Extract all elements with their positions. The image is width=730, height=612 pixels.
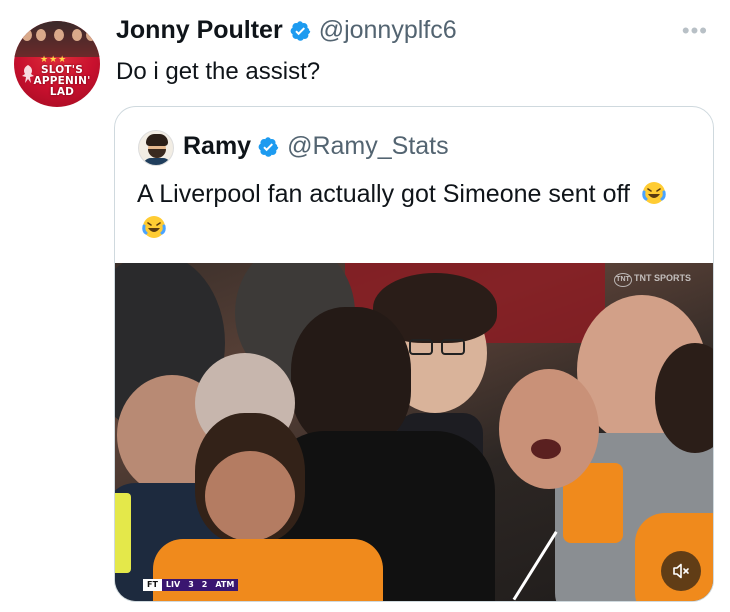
mute-icon (673, 563, 689, 579)
tweet-header: Jonny Poulter @jonnyplfc6 (116, 16, 457, 45)
mute-button[interactable] (661, 551, 701, 591)
quoted-tweet-text: A Liverpool fan actually got Simeone sen… (137, 177, 697, 245)
broadcaster-logo: TNT TNT SPORTS (613, 273, 691, 287)
broadcaster-name: TNT SPORTS (633, 273, 691, 283)
quoted-tweet-card[interactable]: Ramy @Ramy_Stats A Liverpool fan actuall… (114, 106, 714, 602)
verified-badge-icon (290, 20, 310, 41)
video-player[interactable]: TNT TNT SPORTS FT LIV 3 2 ATM (115, 263, 713, 601)
quoted-author-name[interactable]: Ramy (183, 132, 251, 161)
author-avatar[interactable]: ★★★ SLOT'S APPENIN' LAD (14, 21, 100, 107)
emoji-laughing-icon (642, 182, 666, 204)
away-score: 2 (197, 579, 212, 591)
verified-badge-icon (258, 136, 279, 157)
home-score: 3 (184, 579, 198, 591)
away-team: ATM (211, 579, 239, 591)
author-name[interactable]: Jonny Poulter (116, 16, 283, 45)
scoreboard: FT LIV 3 2 ATM (143, 579, 239, 591)
emoji-laughing-icon (142, 216, 166, 238)
avatar-text: SLOT'S APPENIN' LAD (33, 64, 91, 98)
video-overlay-line (512, 531, 558, 601)
quoted-author-avatar[interactable] (138, 130, 174, 166)
avatar-crowd-graphic (14, 21, 100, 57)
author-handle[interactable]: @jonnyplfc6 (319, 16, 457, 45)
quoted-tweet-body: A Liverpool fan actually got Simeone sen… (137, 180, 630, 208)
quoted-tweet-header: Ramy @Ramy_Stats (183, 132, 449, 161)
tweet-text: Do i get the assist? (116, 58, 321, 85)
home-team: LIV (161, 579, 185, 591)
quoted-author-handle[interactable]: @Ramy_Stats (287, 132, 449, 161)
more-icon[interactable]: ••• (682, 20, 708, 42)
match-status: FT (143, 579, 162, 591)
